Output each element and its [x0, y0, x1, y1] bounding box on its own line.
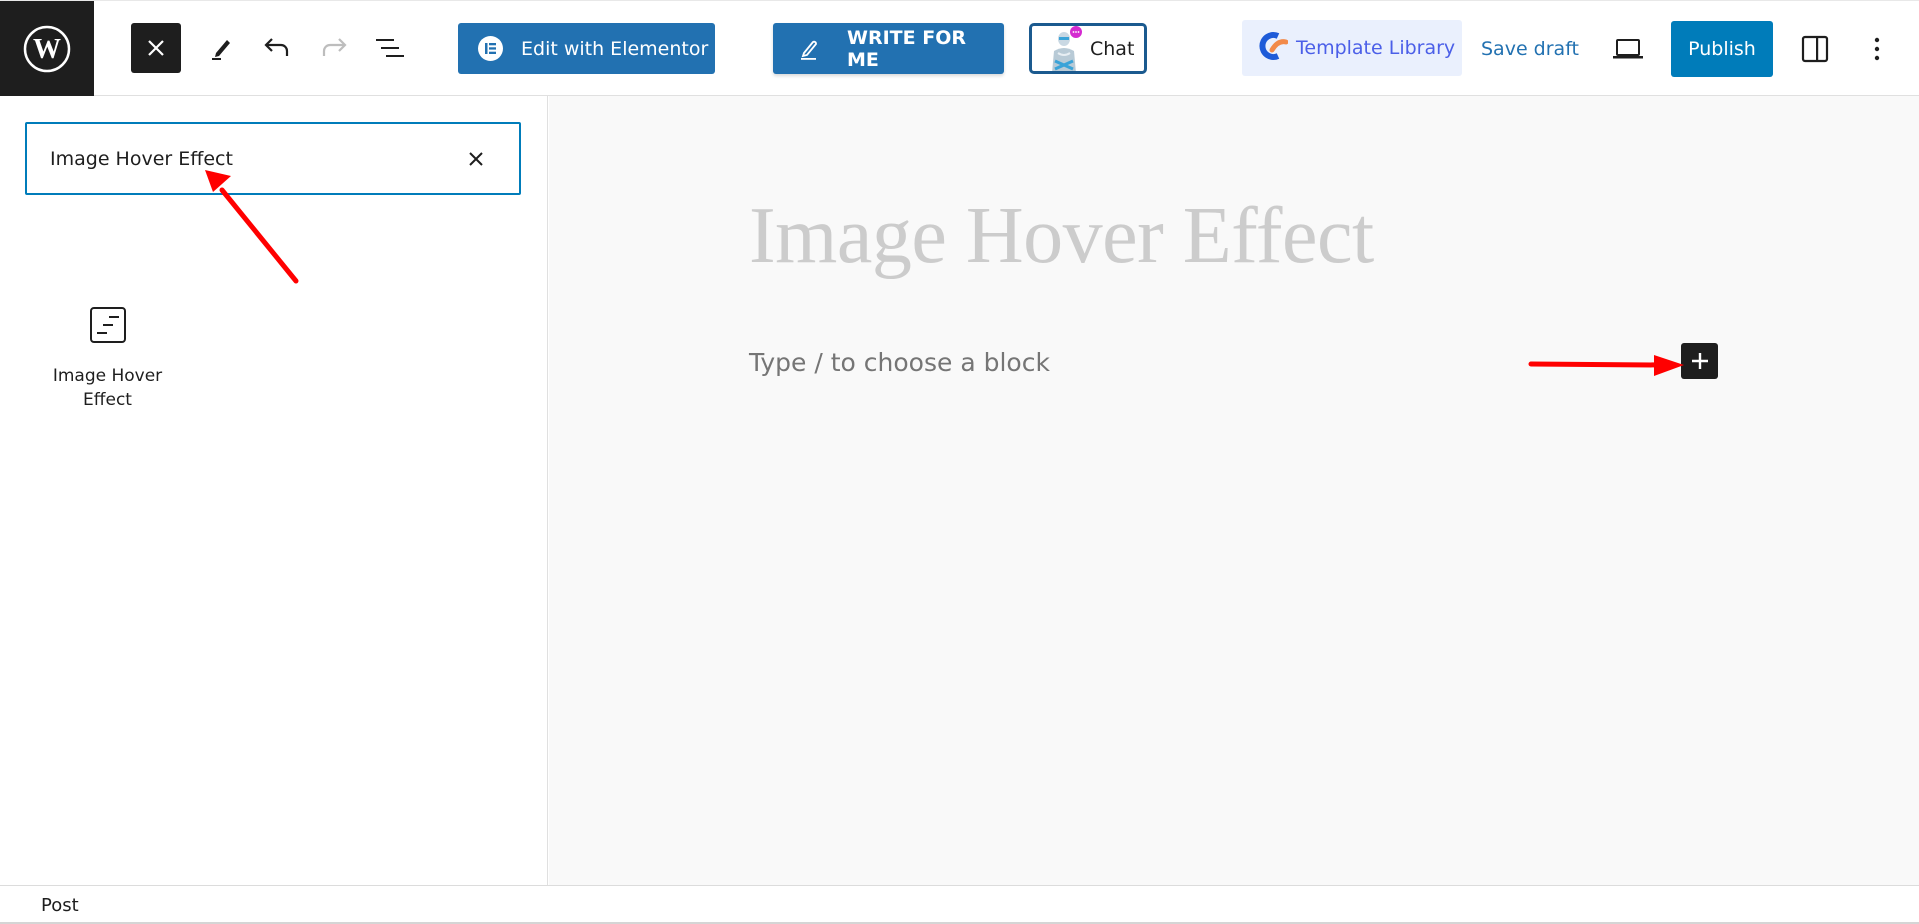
- chat-button[interactable]: Chat: [1029, 23, 1147, 74]
- undo-icon: [264, 38, 289, 56]
- save-draft-button[interactable]: Save draft: [1481, 23, 1579, 74]
- list-view-icon: [376, 39, 404, 57]
- chat-label: Chat: [1090, 37, 1135, 60]
- write-for-me-button[interactable]: WRITE FOR ME: [773, 23, 1004, 74]
- edit-with-elementor-button[interactable]: Edit with Elementor: [458, 23, 715, 74]
- robot-avatar-icon: [1046, 26, 1086, 71]
- template-library-label: Template Library: [1296, 37, 1456, 59]
- editor-footer: Post: [0, 885, 1919, 923]
- plus-icon: [1691, 353, 1708, 369]
- preview-button[interactable]: [1602, 23, 1654, 74]
- close-icon: [148, 40, 164, 56]
- block-search-input[interactable]: [27, 147, 447, 170]
- wordpress-logo-icon: W: [23, 25, 71, 72]
- wordpress-logo-button[interactable]: W: [0, 1, 94, 96]
- post-title[interactable]: Image Hover Effect: [749, 191, 1374, 282]
- block-icon: [89, 307, 126, 343]
- redo-icon: [322, 38, 347, 56]
- block-result-image-hover-effect[interactable]: Image Hover Effect: [40, 296, 175, 431]
- list-view-button[interactable]: [366, 23, 414, 73]
- sidebar-toggle-icon: [1801, 35, 1829, 62]
- template-library-logo-icon: [1258, 30, 1289, 67]
- block-inserter-panel: Image Hover Effect: [0, 96, 548, 885]
- block-placeholder[interactable]: Type / to choose a block: [749, 348, 1050, 377]
- editor-canvas: Image Hover Effect Type / to choose a bl…: [549, 96, 1919, 885]
- svg-text:W: W: [33, 34, 61, 65]
- tools-button[interactable]: [197, 23, 245, 73]
- settings-sidebar-toggle[interactable]: [1790, 23, 1840, 74]
- publish-button[interactable]: Publish: [1671, 21, 1773, 77]
- template-library-button[interactable]: Template Library: [1242, 20, 1462, 76]
- block-search-box: [25, 122, 521, 195]
- pen-icon: [212, 40, 230, 60]
- pencil-icon: [799, 38, 819, 60]
- elementor-icon: [478, 36, 503, 61]
- editor-header: W Edit with Elementor WRITE FOR ME Chat …: [0, 0, 1919, 96]
- close-inserter-button[interactable]: [131, 23, 181, 73]
- laptop-icon: [1613, 38, 1643, 58]
- close-icon: [469, 152, 483, 166]
- block-inserter-button[interactable]: [1681, 343, 1718, 379]
- block-result-label: Image Hover Effect: [52, 366, 163, 410]
- redo-button[interactable]: [310, 23, 358, 73]
- write-for-me-label: WRITE FOR ME: [847, 26, 966, 71]
- options-menu-button[interactable]: [1852, 23, 1902, 74]
- breadcrumb-post[interactable]: Post: [41, 895, 79, 916]
- undo-button[interactable]: [253, 23, 301, 73]
- edit-with-elementor-label: Edit with Elementor: [521, 37, 709, 60]
- clear-search-button[interactable]: [463, 146, 489, 172]
- more-vertical-icon: [1874, 37, 1880, 60]
